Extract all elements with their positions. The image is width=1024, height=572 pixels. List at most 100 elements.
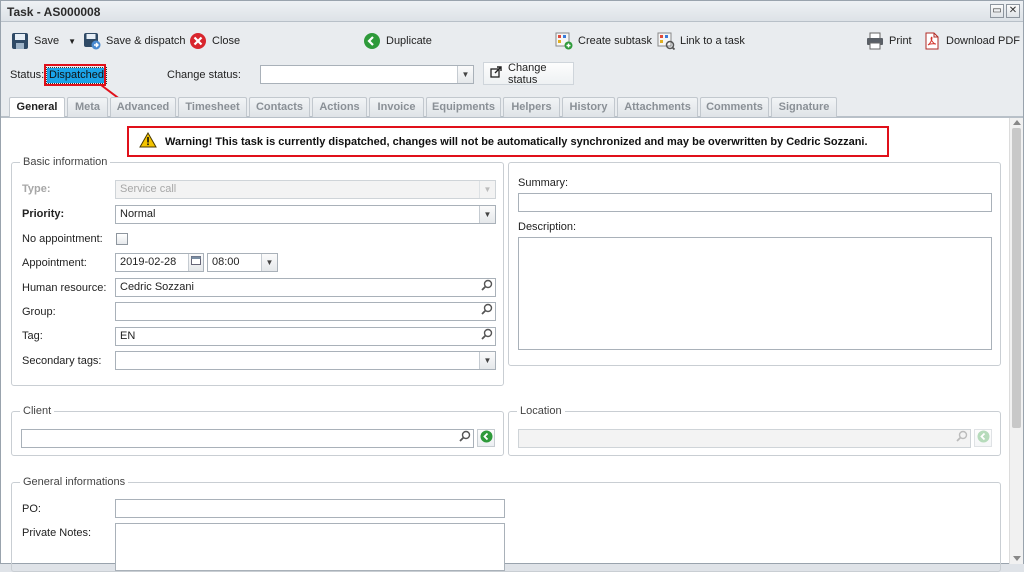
change-status-button[interactable]: Change status [483, 62, 574, 86]
scroll-down-icon[interactable] [1013, 556, 1021, 561]
save-dispatch-button[interactable]: Save & dispatch [83, 30, 186, 52]
location-field [518, 429, 971, 448]
po-label: PO: [22, 503, 41, 515]
tab-meta[interactable]: Meta [67, 97, 108, 117]
close-button[interactable]: Close [189, 30, 240, 52]
search-icon [955, 430, 968, 448]
pdf-icon [923, 32, 941, 50]
tab-actions[interactable]: Actions [312, 97, 367, 117]
type-select: Service call ▼ [115, 180, 496, 199]
tab-equipments[interactable]: Equipments [426, 97, 501, 117]
download-pdf-label: Download PDF [946, 35, 1020, 47]
toolbar: Save ▼ Save & dispatch Close Duplicate C… [1, 23, 1023, 57]
tag-field[interactable]: EN [115, 327, 496, 346]
appointment-date-field[interactable]: 2019-02-28 [115, 253, 204, 272]
download-pdf-button[interactable]: Download PDF [923, 30, 1020, 52]
priority-value: Normal [120, 208, 156, 220]
human-resource-value: Cedric Sozzani [120, 281, 194, 293]
duplicate-button[interactable]: Duplicate [363, 30, 432, 52]
summary-label: Summary: [518, 177, 569, 189]
print-label: Print [889, 35, 912, 47]
scroll-up-icon[interactable] [1013, 120, 1021, 125]
priority-dropdown-trigger[interactable]: ▼ [479, 206, 495, 223]
close-circle-icon [189, 32, 207, 50]
description-textarea[interactable] [518, 237, 992, 350]
warning-text: Warning! This task is currently dispatch… [165, 135, 868, 148]
priority-select[interactable]: Normal ▼ [115, 205, 496, 224]
description-label: Description: [518, 221, 577, 233]
tab-attachments[interactable]: Attachments [617, 97, 698, 117]
save-button[interactable]: Save ▼ [11, 30, 76, 52]
basic-information-fieldset: Basic information Type: Service call ▼ P… [11, 156, 504, 386]
tab-comments[interactable]: Comments [700, 97, 769, 117]
print-button[interactable]: Print [866, 30, 912, 52]
private-notes-label: Private Notes: [22, 527, 92, 539]
share-arrow-icon [490, 66, 503, 81]
tab-helpers[interactable]: Helpers [503, 97, 560, 117]
task-window: Task - AS000008 ▭ ✕ Save ▼ Save & dispat… [0, 0, 1024, 572]
tab-contacts[interactable]: Contacts [249, 97, 310, 117]
secondary-tags-select[interactable]: ▼ [115, 351, 496, 370]
warning-icon [139, 131, 157, 151]
save-dispatch-label: Save & dispatch [106, 35, 186, 47]
search-icon [458, 430, 471, 448]
client-add-button[interactable] [477, 429, 495, 447]
tag-value: EN [120, 330, 136, 342]
location-add-button [974, 429, 992, 447]
change-status-dropdown-trigger[interactable]: ▼ [457, 66, 473, 83]
duplicate-icon [363, 32, 381, 50]
search-icon [480, 328, 493, 346]
human-resource-search-trigger[interactable] [478, 279, 495, 296]
secondary-tags-dropdown-trigger[interactable]: ▼ [479, 352, 495, 369]
tab-invoice[interactable]: Invoice [369, 97, 424, 117]
maximize-icon: ▭ [992, 5, 1002, 16]
secondary-tags-label: Secondary tags: [22, 355, 102, 367]
human-resource-label: Human resource: [22, 282, 107, 294]
appointment-time-select[interactable]: 08:00 ▼ [207, 253, 278, 272]
floppy-dispatch-icon [83, 32, 101, 50]
add-circle-icon [977, 430, 990, 446]
type-value: Service call [120, 183, 177, 195]
change-status-select[interactable]: ▼ [260, 65, 474, 84]
tag-search-trigger[interactable] [478, 328, 495, 345]
no-appointment-checkbox[interactable] [116, 233, 128, 245]
maximize-button[interactable]: ▭ [990, 4, 1004, 18]
po-input[interactable] [115, 499, 505, 518]
group-search-trigger[interactable] [478, 303, 495, 320]
create-subtask-button[interactable]: Create subtask [555, 30, 652, 52]
tab-signature[interactable]: Signature [771, 97, 837, 117]
client-field[interactable] [21, 429, 474, 448]
general-informations-legend: General informations [20, 476, 129, 488]
link-task-label: Link to a task [680, 35, 745, 47]
tab-general[interactable]: General [9, 97, 65, 118]
link-task-button[interactable]: Link to a task [657, 30, 745, 52]
human-resource-field[interactable]: Cedric Sozzani [115, 278, 496, 297]
general-informations-fieldset: General informations PO: Private Notes: [11, 476, 1001, 572]
client-legend: Client [20, 405, 55, 417]
tab-timesheet[interactable]: Timesheet [178, 97, 247, 117]
summary-input[interactable] [518, 193, 992, 212]
priority-label: Priority: [22, 208, 65, 220]
time-dropdown-trigger[interactable]: ▼ [261, 254, 277, 271]
change-status-label: Change status: [167, 69, 241, 81]
search-icon [480, 303, 493, 321]
close-window-button[interactable]: ✕ [1006, 4, 1020, 18]
close-icon: ✕ [1008, 5, 1018, 16]
group-field[interactable] [115, 302, 496, 321]
tab-advanced[interactable]: Advanced [110, 97, 176, 117]
chevron-down-icon[interactable]: ▼ [68, 37, 76, 46]
no-appointment-label: No appointment: [22, 233, 103, 245]
client-search-trigger[interactable] [456, 430, 473, 447]
client-fieldset: Client [11, 405, 504, 456]
chevron-down-icon: ▼ [483, 185, 492, 194]
floppy-disk-icon [11, 32, 29, 50]
scrollbar-thumb[interactable] [1012, 128, 1021, 428]
vertical-scrollbar[interactable] [1009, 118, 1023, 564]
tab-history[interactable]: History [562, 97, 615, 117]
appointment-date-value: 2019-02-28 [120, 256, 177, 268]
calendar-trigger[interactable] [188, 254, 203, 271]
group-label: Group: [22, 306, 56, 318]
search-icon [480, 279, 493, 297]
location-fieldset: Location [508, 405, 1001, 456]
type-dropdown-trigger: ▼ [479, 181, 495, 198]
